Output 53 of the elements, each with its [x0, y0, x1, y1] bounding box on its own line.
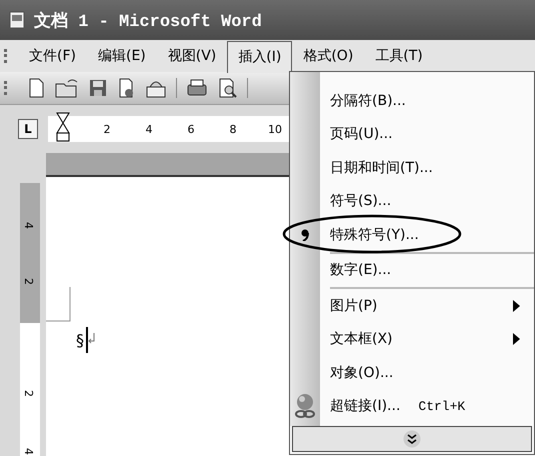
menu-entry-label: 页码(U)... — [330, 125, 393, 144]
menu-item[interactable]: 视图(V) — [156, 41, 228, 71]
menu-entry-label: 文本框(X) — [330, 330, 393, 348]
print-preview-icon[interactable] — [217, 77, 239, 99]
menu-entry[interactable]: 特殊符号(Y)... — [290, 218, 534, 252]
submenu-arrow-icon — [513, 333, 520, 346]
ruler-number: 4 — [22, 448, 35, 455]
ruler-number: 2 — [22, 390, 35, 397]
menu-entry[interactable]: 超链接(I)... Ctrl+K — [290, 390, 534, 423]
ruler-number: 8 — [228, 122, 238, 136]
folder-icon[interactable] — [54, 77, 80, 99]
menu-entry[interactable]: 日期和时间(T)... — [290, 151, 534, 184]
menu-entry-label: 对象(O)... — [330, 364, 394, 382]
menu-entry[interactable]: 符号(S)... — [290, 184, 534, 218]
menu-entry-label: 符号(S)... — [330, 192, 392, 210]
menu-entry[interactable]: 对象(O)... — [290, 356, 534, 390]
ruler-number: 4 — [144, 122, 154, 136]
tab-selector[interactable]: L — [18, 119, 38, 139]
globe-link-icon — [293, 393, 317, 420]
menu-entry[interactable]: 文本框(X) — [290, 322, 534, 356]
indent-marker[interactable] — [56, 112, 70, 142]
ruler-number: 4 — [22, 222, 35, 229]
ruler-number: 2 — [22, 278, 35, 285]
menu-entry-label: 日期和时间(T)... — [330, 158, 433, 177]
menu-item[interactable]: 格式(O) — [292, 41, 364, 71]
ruler-number: 2 — [102, 122, 112, 136]
margin-corner-mark — [46, 287, 72, 323]
menu-entry-label: 图片(P) — [330, 296, 378, 315]
grip-handle[interactable] — [4, 49, 10, 63]
ruler-number: 10 — [268, 122, 282, 136]
menu-item[interactable]: 文件(F) — [18, 41, 87, 71]
double-chevron-icon — [403, 430, 421, 448]
expand-menu-button[interactable] — [292, 426, 532, 452]
submenu-arrow-icon — [513, 300, 520, 312]
window-title: 文档 1 - Microsoft Word — [34, 10, 262, 32]
section-mark: § — [76, 330, 84, 350]
menu-entry-label: 超链接(I)... — [330, 397, 400, 416]
save-icon[interactable] — [88, 77, 108, 99]
menu-item[interactable]: 编辑(E) — [86, 41, 157, 71]
comma-icon — [301, 228, 309, 241]
menu-entry-label: 特殊符号(Y)... — [330, 226, 419, 244]
text-cursor-icon — [86, 327, 96, 353]
menu-entry[interactable]: 图片(P) — [290, 289, 534, 322]
ruler-number: 6 — [186, 122, 196, 136]
menu-entry-label: 分隔符(B)... — [330, 92, 406, 110]
menu-item[interactable]: 工具(T) — [364, 41, 434, 71]
menu-entry[interactable]: 页码(U)... — [290, 118, 534, 151]
menu-entry[interactable]: 分隔符(B)... — [290, 84, 534, 118]
menu-entry[interactable]: 数字(E)... — [290, 254, 534, 287]
menu-entry-label: 数字(E)... — [330, 261, 392, 280]
grip-handle[interactable] — [4, 81, 10, 95]
shortcut-label: Ctrl+K — [418, 398, 466, 414]
menu-item[interactable]: 插入(I) — [227, 41, 292, 73]
